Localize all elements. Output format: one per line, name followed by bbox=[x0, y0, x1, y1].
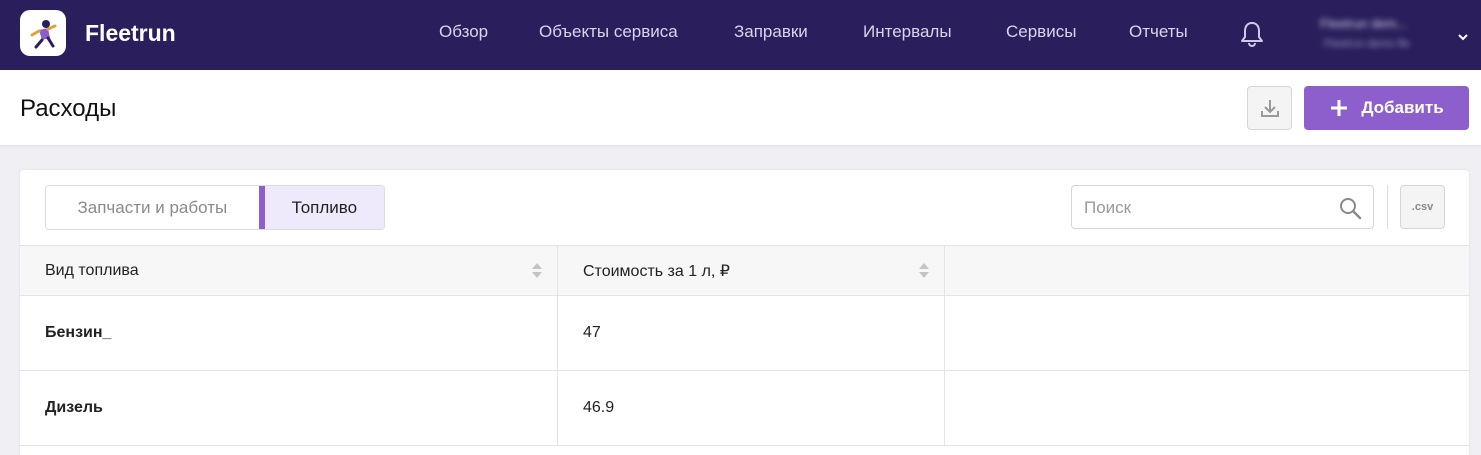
search-icon[interactable] bbox=[1338, 196, 1362, 220]
column-header-cost[interactable]: Стоимость за 1 л, ₽ bbox=[558, 246, 945, 295]
download-icon bbox=[1260, 100, 1279, 117]
expenses-card: Запчасти и работы Топливо .csv Вид топли… bbox=[20, 170, 1469, 455]
search-box bbox=[1071, 185, 1374, 229]
chevron-down-icon[interactable] bbox=[1457, 29, 1469, 41]
search-input[interactable] bbox=[1084, 196, 1324, 220]
top-navigation-bar: Fleetrun Обзор Объекты сервиса Заправки … bbox=[0, 0, 1481, 70]
cell-fuel-type: Дизель bbox=[20, 371, 558, 445]
nav-item-overview[interactable]: Обзор bbox=[439, 22, 488, 42]
cell-empty bbox=[945, 371, 1469, 445]
nav-item-reports[interactable]: Отчеты bbox=[1129, 22, 1188, 42]
user-name: Fleetrun dem... bbox=[1320, 16, 1408, 30]
export-button[interactable] bbox=[1247, 86, 1292, 130]
brand-name[interactable]: Fleetrun bbox=[85, 20, 176, 47]
plus-icon bbox=[1331, 100, 1348, 116]
fuel-table: Вид топлива Стоимость за 1 л, ₽ Бензин_ … bbox=[20, 245, 1469, 455]
column-header-label: Вид топлива bbox=[45, 261, 139, 279]
sort-icon[interactable] bbox=[531, 262, 543, 279]
toolbar-divider bbox=[1387, 185, 1388, 229]
page-header: Расходы Добавить bbox=[0, 70, 1481, 145]
user-menu[interactable]: Fleetrun dem... Fleetrun demo fle bbox=[1320, 14, 1460, 56]
add-button[interactable]: Добавить bbox=[1304, 86, 1469, 130]
tab-parts-and-works[interactable]: Запчасти и работы bbox=[46, 186, 259, 229]
nav-item-refuelings[interactable]: Заправки bbox=[734, 22, 808, 42]
table-row[interactable]: Бензин_ 47 bbox=[20, 295, 1469, 370]
column-header-empty bbox=[945, 246, 1469, 295]
cell-fuel-type: Бензин_ bbox=[20, 296, 558, 370]
nav-item-intervals[interactable]: Интервалы bbox=[863, 22, 952, 42]
cell-empty bbox=[945, 296, 1469, 370]
expense-type-switch: Запчасти и работы Топливо bbox=[45, 185, 385, 230]
bell-icon[interactable] bbox=[1239, 20, 1265, 48]
add-button-label: Добавить bbox=[1361, 98, 1444, 117]
fleetrun-logo-icon[interactable] bbox=[20, 10, 66, 56]
sort-icon[interactable] bbox=[918, 262, 930, 279]
cell-cost: 47 bbox=[558, 296, 945, 370]
csv-export-button[interactable]: .csv bbox=[1400, 185, 1445, 229]
column-header-label: Стоимость за 1 л, ₽ bbox=[583, 262, 730, 280]
table-row[interactable]: Дизель 46.9 bbox=[20, 370, 1469, 445]
nav-item-service-objects[interactable]: Объекты сервиса bbox=[539, 22, 678, 42]
user-account: Fleetrun demo fle bbox=[1324, 38, 1410, 50]
column-header-fuel-type[interactable]: Вид топлива bbox=[20, 246, 558, 295]
tab-fuel[interactable]: Топливо bbox=[258, 186, 384, 229]
nav-item-services[interactable]: Сервисы bbox=[1006, 22, 1076, 42]
table-header-row: Вид топлива Стоимость за 1 л, ₽ bbox=[20, 245, 1469, 295]
cell-cost: 46.9 bbox=[558, 371, 945, 445]
table-row-partial bbox=[20, 445, 1469, 455]
page-title: Расходы bbox=[20, 95, 117, 122]
